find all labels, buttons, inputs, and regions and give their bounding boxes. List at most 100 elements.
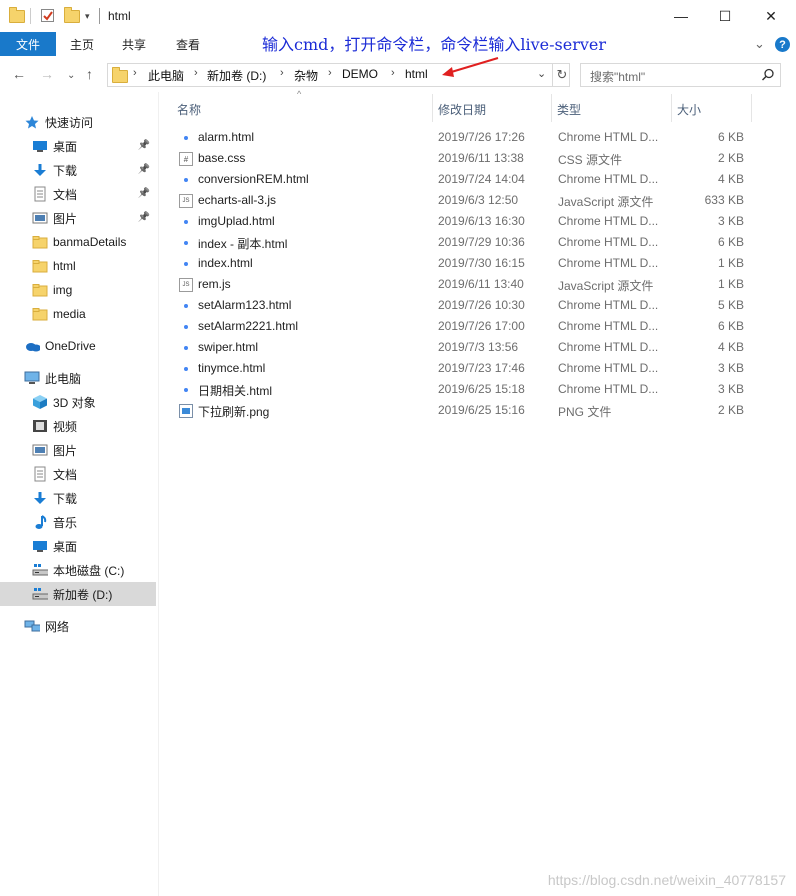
drive-icon — [32, 563, 48, 577]
folder-icon — [32, 283, 48, 297]
ribbon-collapse-icon[interactable]: ⌄ — [754, 36, 765, 52]
recent-locations-icon[interactable]: ⌄ — [67, 70, 75, 81]
css-file-icon: # — [179, 152, 193, 166]
breadcrumb-separator: › — [194, 67, 198, 79]
file-date: 2019/7/26 17:00 — [438, 319, 525, 333]
document-icon — [32, 466, 48, 482]
navigation-pane: 快速访问 桌面 📌 下载 📌 文档 📌 图片 📌 banmaDetails html img media… — [0, 92, 159, 896]
sidebar-item-label: 本地磁盘 (C:) — [53, 563, 125, 578]
file-row[interactable]: setAlarm123.html 2019/7/26 10:30 Chrome HT… — [170, 295, 756, 316]
file-row[interactable]: index.html 2019/7/30 16:15 Chrome HTML D..… — [170, 253, 756, 274]
sidebar-item[interactable]: 音乐 — [0, 510, 156, 534]
sidebar-item-label: 文档 — [53, 467, 78, 482]
help-icon[interactable]: ? — [775, 37, 790, 52]
forward-button[interactable]: → — [40, 66, 54, 82]
file-row[interactable]: setAlarm2221.html 2019/7/26 17:00 Chrome H… — [170, 316, 756, 337]
sidebar-item[interactable]: 3D 对象 — [0, 390, 156, 414]
column-type[interactable]: 类型 — [557, 98, 581, 120]
file-row[interactable]: 日期相关.html 2019/6/25 15:18 Chrome HTML D...… — [170, 379, 756, 400]
sidebar-item-label: 音乐 — [53, 515, 78, 530]
refresh-button[interactable]: ↻ — [552, 63, 571, 87]
sidebar-item[interactable]: 图片 — [0, 438, 156, 462]
file-type: Chrome HTML D... — [558, 382, 659, 396]
maximize-button[interactable]: ☐ — [702, 0, 748, 32]
address-dropdown-icon[interactable]: ⌄ — [537, 67, 546, 80]
sidebar-item-label: img — [53, 283, 73, 297]
sidebar-item[interactable]: 快速访问 — [0, 110, 156, 134]
minimize-button[interactable]: — — [658, 0, 704, 32]
tab-home[interactable]: 主页 — [70, 36, 94, 53]
file-row[interactable]: alarm.html 2019/7/26 17:26 Chrome HTML D..… — [170, 127, 756, 148]
file-type: Chrome HTML D... — [558, 130, 659, 144]
sidebar-item[interactable]: html — [0, 254, 156, 278]
sidebar-item[interactable]: 文档 — [0, 462, 156, 486]
file-size: 633 KB — [704, 193, 744, 207]
folder-icon — [9, 6, 25, 25]
annotation-arrow — [442, 57, 499, 77]
sidebar-item-label: 图片 — [53, 443, 78, 458]
file-row[interactable]: JS rem.js 2019/6/11 13:40 JavaScript 源文件 1 K… — [170, 274, 756, 295]
pictures-icon — [32, 443, 48, 457]
breadcrumb-html[interactable]: html — [405, 67, 428, 81]
new-folder-icon[interactable] — [64, 6, 80, 25]
folder-icon — [32, 259, 48, 273]
breadcrumb-this-pc[interactable]: 此电脑 — [148, 67, 184, 84]
breadcrumb-drive-d[interactable]: 新加卷 (D:) — [207, 67, 266, 84]
file-row[interactable]: 下拉刷新.png 2019/6/25 15:16 PNG 文件 2 KB — [170, 400, 756, 421]
cloud-icon — [24, 339, 40, 353]
file-name: alarm.html — [198, 130, 255, 144]
breadcrumb-misc[interactable]: 杂物 — [294, 67, 318, 84]
file-name: setAlarm123.html — [198, 298, 292, 312]
sidebar-item[interactable]: OneDrive — [0, 334, 156, 358]
sidebar-item[interactable]: 桌面 📌 — [0, 134, 156, 158]
column-name[interactable]: 名称 — [177, 98, 201, 120]
sidebar-item[interactable]: 桌面 — [0, 534, 156, 558]
pin-icon: 📌 — [137, 140, 150, 151]
tab-file[interactable]: 文件 — [0, 32, 56, 56]
sidebar-item[interactable]: 网络 — [0, 614, 156, 638]
customize-toolbar-icon[interactable]: ▾ — [85, 7, 90, 25]
sidebar-item[interactable]: 下载 — [0, 486, 156, 510]
sidebar-item[interactable]: 文档 📌 — [0, 182, 156, 206]
sidebar-item[interactable]: banmaDetails — [0, 230, 156, 254]
file-name: 日期相关.html — [198, 384, 273, 398]
file-row[interactable]: JS echarts-all-3.js 2019/6/3 12:50 JavaScri… — [170, 190, 756, 211]
sidebar-item[interactable]: 视频 — [0, 414, 156, 438]
sidebar-item[interactable]: img — [0, 278, 156, 302]
desktop-icon — [32, 139, 48, 153]
file-date: 2019/6/25 15:16 — [438, 403, 525, 417]
file-name: index - 副本.html — [198, 237, 288, 251]
file-name: rem.js — [198, 277, 231, 291]
up-button[interactable]: ↑ — [86, 66, 93, 82]
file-date: 2019/6/11 13:40 — [438, 277, 524, 291]
file-date: 2019/7/3 13:56 — [438, 340, 519, 354]
file-size: 6 KB — [717, 319, 744, 333]
file-row[interactable]: # base.css 2019/6/11 13:38 CSS 源文件 2 KB — [170, 148, 756, 169]
tab-share[interactable]: 共享 — [122, 36, 146, 53]
close-button[interactable]: ✕ — [748, 0, 794, 32]
sidebar-item-label: 下载 — [53, 491, 78, 506]
back-button[interactable]: ← — [12, 66, 26, 82]
properties-icon[interactable] — [40, 7, 56, 25]
file-size: 2 KB — [717, 151, 744, 165]
sidebar-item[interactable]: 下载 📌 — [0, 158, 156, 182]
file-row[interactable]: imgUplad.html 2019/6/13 16:30 Chrome HTML … — [170, 211, 756, 232]
file-row[interactable]: tinymce.html 2019/7/23 17:46 Chrome HTML D… — [170, 358, 756, 379]
file-size: 3 KB — [717, 361, 744, 375]
sidebar-item[interactable]: media — [0, 302, 156, 326]
column-size[interactable]: 大小 — [677, 98, 701, 120]
sidebar-item[interactable]: 此电脑 — [0, 366, 156, 390]
sidebar-item-label: 桌面 — [53, 139, 78, 154]
file-row[interactable]: swiper.html 2019/7/3 13:56 Chrome HTML D..… — [170, 337, 756, 358]
column-date[interactable]: 修改日期 — [438, 98, 486, 120]
search-icon[interactable] — [761, 68, 775, 82]
file-row[interactable]: index - 副本.html 2019/7/29 10:36 Chrome HTM… — [170, 232, 756, 253]
tab-view[interactable]: 查看 — [176, 36, 200, 53]
sidebar-item[interactable]: 本地磁盘 (C:) — [0, 558, 156, 582]
sidebar-item[interactable]: 图片 📌 — [0, 206, 156, 230]
sidebar-item-label: 此电脑 — [45, 371, 82, 386]
breadcrumb-demo[interactable]: DEMO — [342, 67, 378, 81]
sidebar-item[interactable]: 新加卷 (D:) — [0, 582, 156, 606]
file-row[interactable]: conversionREM.html 2019/7/24 14:04 Chrome … — [170, 169, 756, 190]
breadcrumb-separator: › — [391, 67, 395, 79]
